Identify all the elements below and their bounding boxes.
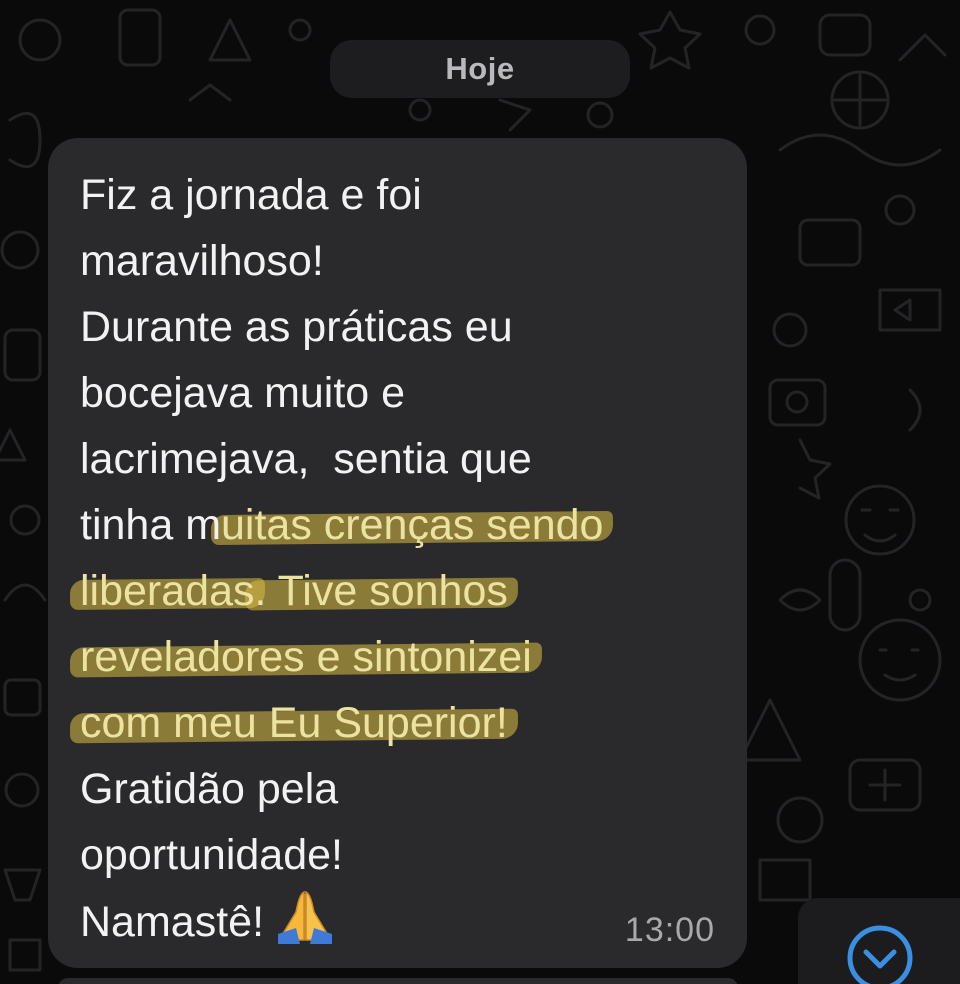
message-line: Fiz a jornada e foi: [80, 171, 422, 219]
scroll-to-bottom-button[interactable]: [798, 898, 960, 984]
message-bubble[interactable]: Fiz a jornada e foi maravilhoso! Durante…: [48, 138, 747, 968]
message-line-highlighted: reveladores e sintonizei: [80, 624, 603, 690]
chevron-down-icon: [847, 925, 913, 984]
text-highlight: reveladores e sintonizei: [80, 633, 532, 681]
message-line: maravilhoso!: [80, 237, 324, 285]
message-line-highlighted: liberadas. Tive sonhos: [80, 558, 603, 624]
message-line-highlighted: com meu Eu Superior!: [80, 690, 603, 756]
message-line: oportunidade!: [80, 831, 343, 879]
text-highlight: liberadas: [80, 567, 255, 615]
text-highlight: com meu Eu Superior!: [80, 699, 508, 747]
message-line-highlighted: tinha muitas crenças sendo: [80, 501, 604, 549]
text-highlight: . Tive sonhos: [254, 567, 508, 615]
message-line: Namastê!: [80, 888, 603, 954]
date-separator-label: Hoje: [445, 51, 515, 86]
message-line: bocejava muito e: [80, 369, 406, 417]
chat-screen: Hoje Fiz a jornada e foi maravilhoso! Du…: [0, 0, 960, 984]
folded-hands-icon: [278, 890, 333, 944]
message-line: Gratidão pela: [80, 765, 339, 813]
message-text: Fiz a jornada e foi maravilhoso! Durante…: [80, 162, 603, 954]
message-timestamp: 13:00: [624, 911, 715, 949]
message-line: lacrimejava, sentia que: [80, 435, 532, 483]
text-highlight: uitas crenças sendo: [221, 501, 604, 549]
date-separator: Hoje: [330, 40, 630, 98]
next-message-bubble-edge: [58, 978, 738, 984]
message-line: Durante as práticas eu: [80, 303, 513, 351]
